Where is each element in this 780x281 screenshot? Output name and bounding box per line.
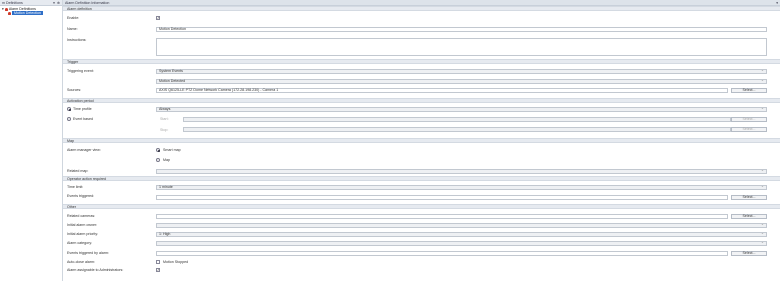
time-profile-radio[interactable] bbox=[67, 107, 71, 111]
tree-item-motion-detection[interactable]: Motion Detection bbox=[2, 11, 60, 15]
section-operator-action: Operator action required bbox=[63, 176, 780, 181]
events-triggered-select-button[interactable]: Select... bbox=[731, 195, 767, 200]
alarm-manager-view-label: Alarm manager view: bbox=[67, 148, 101, 152]
stop-select-button[interactable]: Select... bbox=[731, 127, 767, 132]
triggering-event-select[interactable]: System Events bbox=[156, 69, 767, 74]
event-based-label: Event based bbox=[73, 117, 93, 121]
time-limit-label: Time limit: bbox=[67, 185, 84, 189]
enable-checkbox[interactable]: ✓ bbox=[156, 16, 160, 20]
alarm-definitions-panel: m Definitions ▾ ⊕ ▾ Alarm Definitions Mo… bbox=[0, 0, 63, 281]
name-field[interactable]: Motion Detection bbox=[156, 27, 767, 32]
initial-priority-select[interactable]: 1: High bbox=[156, 232, 767, 237]
instructions-label: Instructions: bbox=[67, 38, 87, 42]
enable-label: Enable: bbox=[67, 16, 80, 20]
section-trigger: Trigger bbox=[63, 59, 780, 64]
alarm-bell-icon bbox=[4, 7, 8, 11]
map-label: Map bbox=[163, 158, 170, 162]
events-by-alarm-field[interactable] bbox=[156, 251, 728, 256]
alarm-category-select[interactable] bbox=[156, 241, 767, 246]
start-select-button[interactable]: Select... bbox=[731, 117, 767, 122]
section-alarm-definition: Alarm definition bbox=[63, 6, 780, 11]
dropdown-icon[interactable]: ▾ bbox=[776, 1, 778, 5]
alarm-assignable-label: Alarm assignable to Administrators: bbox=[67, 268, 124, 272]
related-cameras-select-button[interactable]: Select... bbox=[731, 214, 767, 219]
sources-field[interactable]: AXIS Q6125-LE PTZ Dome Network Camera (1… bbox=[156, 88, 728, 93]
events-triggered-field[interactable] bbox=[156, 195, 728, 200]
alarm-bell-icon bbox=[8, 11, 11, 15]
smart-map-label: Smart map bbox=[163, 148, 181, 152]
related-map-label: Related map: bbox=[67, 169, 89, 173]
events-by-alarm-label: Events triggered by alarm: bbox=[67, 251, 109, 255]
alarm-definition-info-panel: Alarm Definition Information ▾ Alarm def… bbox=[63, 0, 780, 281]
events-by-alarm-select-button[interactable]: Select... bbox=[731, 251, 767, 256]
sources-select-button[interactable]: Select... bbox=[731, 88, 767, 93]
triggering-event-subselect[interactable]: Motion Detected bbox=[156, 79, 767, 84]
time-limit-select[interactable]: 1 minute bbox=[156, 185, 767, 190]
initial-owner-label: Initial alarm owner: bbox=[67, 223, 98, 227]
alarm-assignable-checkbox[interactable]: ✓ bbox=[156, 268, 160, 272]
time-profile-select[interactable]: Always bbox=[156, 107, 767, 112]
definitions-tree: ▾ Alarm Definitions Motion Detection bbox=[0, 6, 62, 16]
stop-field[interactable] bbox=[183, 127, 731, 132]
section-activation-period: Activation period bbox=[63, 98, 780, 103]
related-cameras-field[interactable] bbox=[156, 214, 728, 219]
panel-title: m Definitions bbox=[2, 0, 23, 5]
motion-stopped-label: Motion Stopped bbox=[163, 260, 189, 264]
expand-icon[interactable]: ▾ bbox=[2, 7, 4, 11]
alarm-category-label: Alarm category: bbox=[67, 241, 93, 245]
name-label: Name: bbox=[67, 27, 78, 31]
related-cameras-label: Related cameras: bbox=[67, 214, 96, 218]
initial-priority-label: Initial alarm priority: bbox=[67, 232, 99, 236]
related-map-select[interactable] bbox=[156, 169, 767, 174]
start-field[interactable] bbox=[183, 117, 731, 122]
instructions-field[interactable] bbox=[156, 38, 767, 56]
stop-label: Stop: bbox=[160, 128, 169, 132]
auto-close-label: Auto-close alarm: bbox=[67, 260, 95, 264]
initial-owner-select[interactable] bbox=[156, 223, 767, 228]
smart-map-radio[interactable] bbox=[156, 148, 160, 152]
sources-label: Sources: bbox=[67, 88, 82, 92]
auto-close-checkbox[interactable] bbox=[156, 260, 160, 264]
triggering-event-label: Triggering event: bbox=[67, 69, 94, 73]
main-title: Alarm Definition Information bbox=[65, 0, 110, 5]
pin-icon[interactable]: ⊕ bbox=[57, 1, 60, 5]
events-triggered-label: Events triggered: bbox=[67, 194, 95, 198]
time-profile-label: Time profile bbox=[73, 107, 92, 111]
section-map: Map bbox=[63, 138, 780, 143]
map-radio[interactable] bbox=[156, 158, 160, 162]
dropdown-icon[interactable]: ▾ bbox=[53, 1, 55, 5]
event-based-radio[interactable] bbox=[67, 117, 71, 121]
section-other: Other bbox=[63, 204, 780, 209]
start-label: Start: bbox=[160, 117, 169, 121]
